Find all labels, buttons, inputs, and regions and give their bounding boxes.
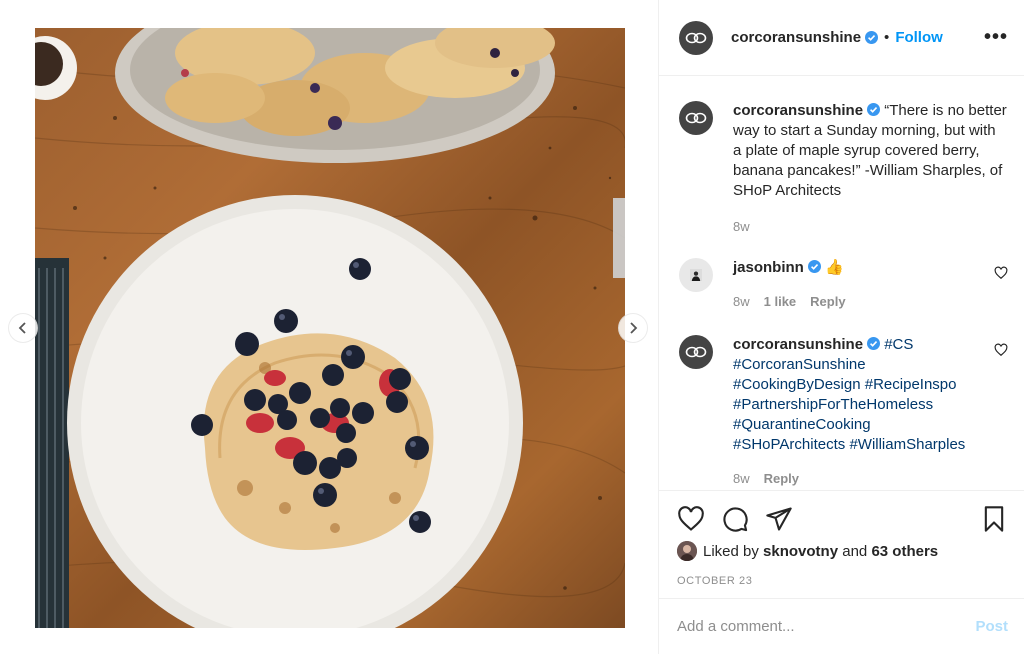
post-date[interactable]: OCTOBER 23	[677, 575, 1008, 587]
verified-badge-icon	[865, 31, 879, 44]
comment-input[interactable]	[677, 618, 976, 635]
hashtag-link[interactable]: #CS	[884, 336, 913, 353]
hashtag-link[interactable]: #WilliamSharples	[849, 436, 965, 453]
author-avatar[interactable]	[679, 101, 713, 135]
photo-viewer	[0, 0, 658, 654]
separator-dot: •	[884, 29, 890, 46]
post-photo[interactable]	[35, 28, 625, 628]
bookmark-icon[interactable]	[980, 505, 1008, 533]
liked-by-label: Liked by	[703, 542, 759, 560]
corcoran-sunshine-logo	[685, 32, 707, 43]
comment-text: corcoransunshine “There is no better way…	[733, 101, 1008, 201]
heart-icon[interactable]	[994, 266, 1008, 280]
verified-badge-icon	[867, 337, 881, 350]
comment-body: jasonbinn 👍 8w 1 like Reply	[733, 258, 1008, 312]
comment-item: corcoransunshine #CS #CorcoranSunshine #…	[679, 335, 1008, 489]
chevron-left-icon	[18, 322, 26, 334]
pancake-photo-illustration	[35, 28, 625, 628]
comment-username[interactable]: jasonbinn	[733, 259, 804, 276]
comment-item: jasonbinn 👍 8w 1 like Reply	[679, 258, 1008, 312]
action-bar	[677, 491, 1008, 547]
likes-connector: and	[842, 542, 868, 560]
comment-meta: 8w Reply	[733, 469, 1008, 489]
hashtag-link[interactable]: #CookingByDesign	[733, 376, 861, 393]
verified-badge-icon	[867, 103, 881, 116]
person-avatar-image	[677, 541, 697, 561]
chevron-right-icon	[630, 322, 638, 334]
more-options-button[interactable]: •••	[984, 26, 1008, 49]
comment-time[interactable]: 8w	[733, 469, 750, 489]
comment-text: corcoransunshine #CS #CorcoranSunshine #…	[733, 335, 1008, 455]
comment-emoji: 👍	[825, 259, 844, 276]
author-avatar[interactable]	[679, 20, 713, 55]
reply-button[interactable]: Reply	[764, 469, 799, 489]
comment-time[interactable]: 8w	[733, 217, 750, 237]
hashtag-link[interactable]: #RecipeInspo	[865, 376, 957, 393]
heart-icon[interactable]	[994, 343, 1008, 357]
comments-list: corcoransunshine “There is no better way…	[659, 77, 1024, 490]
next-photo-button[interactable]	[618, 313, 648, 343]
comment-body: corcoransunshine “There is no better way…	[733, 101, 1008, 237]
post-comment-button[interactable]: Post	[975, 618, 1008, 635]
comment-text: jasonbinn 👍	[733, 258, 1008, 278]
comment-meta: 8w	[733, 217, 1008, 237]
liker-username[interactable]: sknovotny	[763, 543, 838, 560]
comment-meta: 8w 1 like Reply	[733, 292, 1008, 312]
comment-time[interactable]: 8w	[733, 292, 750, 312]
person-avatar-image	[690, 269, 702, 281]
follow-button[interactable]: Follow	[895, 29, 943, 46]
hashtag-link[interactable]: #PartnershipForTheHomeless	[733, 396, 933, 413]
reply-button[interactable]: Reply	[810, 292, 845, 312]
hashtag-link[interactable]: #SHoPArchitects	[733, 436, 845, 453]
comment-like-count[interactable]: 1 like	[764, 292, 797, 312]
comment-icon[interactable]	[721, 505, 749, 533]
header-user: corcoransunshine • Follow	[731, 29, 943, 46]
comment-username[interactable]: corcoransunshine	[733, 102, 863, 119]
hashtag-link[interactable]: #QuarantineCooking	[733, 416, 871, 433]
verified-badge-icon	[807, 260, 821, 273]
caption-comment: corcoransunshine “There is no better way…	[679, 101, 1008, 237]
corcoran-sunshine-logo	[685, 112, 707, 124]
post-actions: Liked by sknovotny and 63 others OCTOBER…	[659, 490, 1024, 587]
post-header: corcoransunshine • Follow •••	[659, 0, 1024, 76]
add-comment-bar: Post	[659, 598, 1024, 654]
author-avatar[interactable]	[679, 335, 713, 369]
heart-icon[interactable]	[677, 505, 705, 533]
author-username[interactable]: corcoransunshine	[731, 29, 861, 46]
post-side-panel: corcoransunshine • Follow ••• corcoransu…	[658, 0, 1024, 654]
likes-summary: Liked by sknovotny and 63 others	[677, 541, 1008, 561]
share-icon[interactable]	[765, 505, 793, 533]
corcoran-sunshine-logo	[685, 346, 707, 358]
liker-avatar[interactable]	[677, 541, 697, 561]
hashtag-link[interactable]: #CorcoranSunshine	[733, 356, 866, 373]
comment-username[interactable]: corcoransunshine	[733, 336, 863, 353]
likes-others-link[interactable]: 63 others	[871, 543, 938, 560]
comment-body: corcoransunshine #CS #CorcoranSunshine #…	[733, 335, 1008, 489]
commenter-avatar[interactable]	[679, 258, 713, 292]
previous-photo-button[interactable]	[8, 313, 38, 343]
